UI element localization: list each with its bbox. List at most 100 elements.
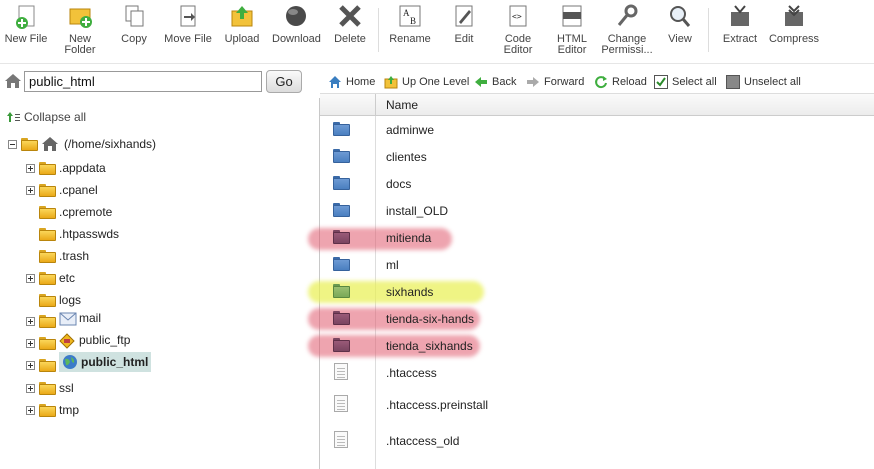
file-table: Name adminwe clientes docs install_OLD m… <box>308 94 874 469</box>
folder-icon <box>39 161 56 175</box>
edit-icon <box>450 4 478 30</box>
home-icon[interactable] <box>4 73 22 89</box>
tree-item-trash[interactable]: .trash <box>26 247 89 265</box>
tree-item-cpanel[interactable]: .cpanel <box>26 181 98 199</box>
edit-button[interactable]: Edit <box>444 4 484 45</box>
globe-icon <box>63 355 77 369</box>
file-name: tienda_sixhands <box>386 339 473 353</box>
tree-item-htpasswds[interactable]: .htpasswds <box>26 225 119 243</box>
extract-button[interactable]: Extract <box>718 4 762 45</box>
upload-button[interactable]: Upload <box>220 4 264 45</box>
table-row[interactable]: install_OLD <box>320 197 874 224</box>
table-row[interactable]: .htaccess <box>320 359 874 386</box>
new-folder-button[interactable]: New Folder <box>58 4 102 56</box>
expand-toggle-icon[interactable] <box>26 316 35 326</box>
new-file-button[interactable]: New File <box>4 4 48 45</box>
tree-item-public-html[interactable]: public_html <box>26 352 152 374</box>
copy-button[interactable]: Copy <box>112 4 156 45</box>
expand-toggle-icon[interactable] <box>26 360 35 370</box>
table-row[interactable]: clientes <box>320 143 874 170</box>
checkbox-checked-icon <box>654 75 668 89</box>
table-row[interactable]: sixhands <box>320 278 874 305</box>
expand-toggle-icon[interactable] <box>26 338 35 348</box>
nav-up-button[interactable]: Up One Level <box>384 75 469 89</box>
new-folder-label: New Folder <box>64 33 96 56</box>
code-editor-button[interactable]: <> Code Editor <box>498 4 538 56</box>
collapse-toggle-icon[interactable] <box>8 139 17 149</box>
folder-icon <box>39 381 56 395</box>
nav-home-label: Home <box>346 76 376 88</box>
tree-item-cpremote[interactable]: .cpremote <box>26 203 112 221</box>
expand-toggle-icon[interactable] <box>26 163 35 173</box>
nav-up-label: Up One Level <box>402 76 470 88</box>
folder-icon <box>39 227 56 241</box>
tree-item-label: .htpasswds <box>59 227 120 241</box>
file-name: adminwe <box>386 123 435 137</box>
svg-text:B: B <box>410 16 416 26</box>
selected-node: public_html <box>59 352 152 372</box>
delete-button[interactable]: Delete <box>330 4 370 45</box>
tree-item-ssl[interactable]: ssl <box>26 379 74 397</box>
collapse-all-label: Collapse all <box>24 110 87 124</box>
nav-forward-button[interactable]: Forward <box>526 75 584 89</box>
table-header: Name <box>320 94 874 116</box>
table-row[interactable]: ml <box>320 251 874 278</box>
collapse-all-link[interactable]: Collapse all <box>6 110 86 124</box>
table-row[interactable]: adminwe <box>320 116 874 143</box>
view-button[interactable]: View <box>662 4 698 45</box>
nav-unselect-all-button[interactable]: Unselect all <box>726 75 801 89</box>
folder-icon <box>39 271 56 285</box>
path-input[interactable] <box>24 71 262 92</box>
expand-toggle-icon[interactable] <box>26 405 35 415</box>
reload-icon <box>595 76 607 89</box>
tree-item-label: public_ftp <box>79 333 131 347</box>
edit-label: Edit <box>454 33 474 45</box>
nav-home-button[interactable]: Home <box>328 75 375 89</box>
tree-item-label: etc <box>59 271 76 285</box>
toolbar-separator <box>378 8 379 52</box>
tree-item-mail[interactable]: mail <box>26 311 102 330</box>
tree-item-label: ssl <box>59 381 74 395</box>
tree-item-public-ftp[interactable]: public_ftp <box>26 333 131 352</box>
code-editor-label: Code Editor <box>503 33 533 56</box>
back-arrow-icon <box>475 77 487 87</box>
nav-select-all-label: Select all <box>672 76 717 88</box>
expand-toggle-icon[interactable] <box>26 273 35 283</box>
tree-item-tmp[interactable]: tmp <box>26 401 79 419</box>
table-row[interactable]: tienda-six-hands <box>320 305 874 332</box>
mail-icon <box>59 312 77 326</box>
rename-button[interactable]: AB Rename <box>388 4 432 45</box>
expand-toggle-icon[interactable] <box>26 185 35 195</box>
table-row[interactable]: docs <box>320 170 874 197</box>
tree-item-appdata[interactable]: .appdata <box>26 159 106 177</box>
go-button[interactable]: Go <box>266 70 302 93</box>
tree-root[interactable]: (/home/sixhands) <box>8 135 156 153</box>
tree-item-logs[interactable]: logs <box>26 291 81 309</box>
table-row[interactable]: tienda_sixhands <box>320 332 874 359</box>
table-row[interactable]: .htaccess.preinstall <box>320 391 874 418</box>
html-editor-label: HTML Editor <box>557 33 587 56</box>
folder-icon <box>333 176 350 190</box>
column-header-name[interactable]: Name <box>386 98 418 112</box>
nav-select-all-button[interactable]: Select all <box>654 75 717 89</box>
folder-icon <box>333 284 350 298</box>
code-editor-icon: <> <box>504 4 532 30</box>
table-row[interactable]: mitienda <box>320 224 874 251</box>
nav-reload-button[interactable]: Reload <box>594 75 647 89</box>
table-row[interactable]: .htaccess_old <box>320 427 874 454</box>
change-permissions-button[interactable]: Change Permissi... <box>600 4 654 56</box>
tree-item-etc[interactable]: etc <box>26 269 75 287</box>
html-editor-button[interactable]: HTML Editor <box>552 4 592 56</box>
expand-toggle-icon[interactable] <box>26 383 35 393</box>
folder-icon <box>39 183 56 197</box>
change-permissions-label: Change Permissi... <box>601 33 653 56</box>
nav-unselect-all-label: Unselect all <box>744 76 801 88</box>
download-button[interactable]: Download <box>272 4 321 45</box>
nav-forward-label: Forward <box>544 76 585 88</box>
move-file-button[interactable]: Move File <box>164 4 212 45</box>
compress-button[interactable]: Compress <box>768 4 820 45</box>
file-name: .htaccess.preinstall <box>386 398 489 412</box>
tree-item-label: mail <box>79 311 102 325</box>
nav-back-button[interactable]: Back <box>474 75 516 89</box>
folder-icon <box>39 314 56 328</box>
